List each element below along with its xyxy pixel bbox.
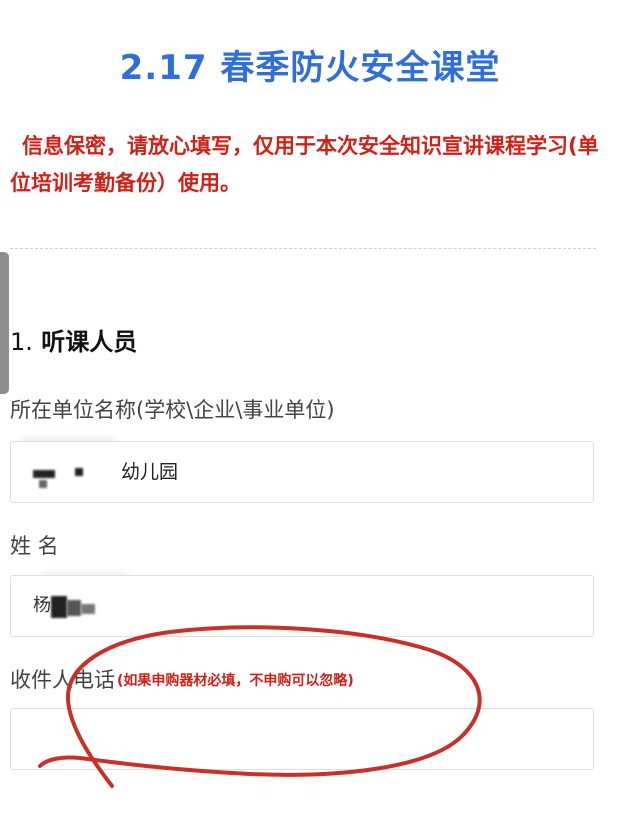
- section-label: 听课人员: [41, 328, 138, 356]
- section-divider: [10, 248, 596, 249]
- section-title: 1. 听课人员: [10, 322, 137, 357]
- name-label: 姓 名: [10, 534, 59, 558]
- phone-label-text: 收件人电话: [10, 668, 115, 692]
- name-input-value: 杨: [33, 595, 51, 616]
- unit-label: 所在单位名称(学校\企业\事业单位): [10, 398, 335, 422]
- phone-label: 收件人电话 (如果申购器材必填，不申购可以忽略): [10, 664, 354, 694]
- redaction-block: [81, 604, 95, 614]
- unit-input-value: 幼儿园: [121, 461, 179, 483]
- page-title: 2.17 春季防火安全课堂: [119, 48, 501, 88]
- side-scroll-handle[interactable]: [0, 252, 9, 394]
- name-input[interactable]: 杨: [10, 575, 594, 637]
- redaction-block: [33, 470, 55, 478]
- redaction-block: [39, 480, 47, 488]
- redaction-block: [67, 600, 81, 616]
- redaction-block: [75, 468, 83, 476]
- redaction-block: [51, 596, 67, 618]
- phone-hint: (如果申购器材必填，不申购可以忽略): [117, 673, 354, 689]
- privacy-notice: 信息保密，请放心填写，仅用于本次安全知识宣讲课程学习(单位培训考勤备份）使用。: [10, 134, 599, 195]
- phone-input[interactable]: [10, 708, 594, 770]
- section-number: 1.: [10, 328, 33, 356]
- unit-input[interactable]: 幼儿园: [10, 441, 594, 503]
